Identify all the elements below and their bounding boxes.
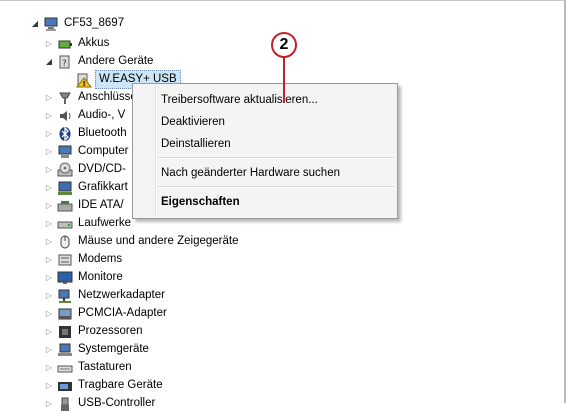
modem-icon	[57, 252, 73, 268]
menu-item-disable[interactable]: Deaktivieren	[161, 112, 225, 132]
tree-row-audio[interactable]: ▷ Audio-, V	[44, 107, 127, 124]
tree-row-computer[interactable]: ▷ Computer	[44, 143, 131, 160]
usb-icon	[57, 396, 73, 412]
tree-item-label: IDE ATA/	[78, 199, 124, 211]
expand-arrow-icon[interactable]: ▷	[44, 269, 54, 286]
battery-icon	[57, 36, 73, 52]
expand-arrow-icon[interactable]: ▷	[44, 233, 54, 250]
tree-row-akkus[interactable]: ▷ Akkus	[44, 35, 111, 52]
callout-number-badge: 2	[271, 32, 297, 58]
menu-item-update-driver[interactable]: Treibersoftware aktualisieren...	[161, 90, 318, 110]
tree-row-systemgeraete[interactable]: ▷ Systemgeräte	[44, 341, 151, 358]
tree-item-label: Audio-, V	[78, 109, 126, 121]
tree-row-tragbare-geraete[interactable]: ▷ Tragbare Geräte	[44, 377, 165, 394]
tree-row-bluetooth[interactable]: ▷ Bluetooth	[44, 125, 129, 142]
menu-item-uninstall[interactable]: Deinstallieren	[161, 134, 231, 154]
tree-row-andere-geraete[interactable]: ◢ ? Andere Geräte	[44, 53, 155, 70]
tree-item-label: Netzwerkadapter	[78, 289, 165, 301]
tree-row-modems[interactable]: ▷ Modems	[44, 251, 124, 268]
tree-row-pcmcia[interactable]: ▷ PCMCIA-Adapter	[44, 305, 169, 322]
computer-icon	[57, 144, 73, 160]
expand-arrow-icon[interactable]: ▷	[44, 341, 54, 358]
display-adapter-icon	[57, 180, 73, 196]
tree-item-label: Prozessoren	[78, 325, 143, 337]
collapse-arrow-icon[interactable]: ◢	[44, 53, 54, 70]
tree-item-label: PCMCIA-Adapter	[78, 307, 167, 319]
hard-drive-icon	[57, 216, 73, 232]
menu-separator	[158, 157, 394, 159]
portable-device-icon	[57, 378, 73, 394]
expand-arrow-icon[interactable]: ▷	[44, 125, 54, 142]
expand-arrow-icon[interactable]: ▷	[44, 89, 54, 106]
system-device-icon	[57, 342, 73, 358]
svg-text:?: ?	[62, 59, 67, 69]
tree-row-dvd-cd[interactable]: ▷ DVD/CD-	[44, 161, 128, 178]
root-computer-label: CF53_8697	[64, 17, 125, 29]
tree-item-label: Andere Geräte	[78, 55, 154, 67]
tree-item-label: Modems	[78, 253, 123, 265]
tree-item-label: USB-Controller	[78, 397, 156, 409]
tree-item-label: Grafikkart	[78, 181, 128, 193]
keyboard-icon	[57, 360, 73, 376]
processor-icon	[57, 324, 73, 340]
tree-item-label: Mäuse und andere Zeigegeräte	[78, 235, 239, 247]
expand-arrow-icon[interactable]: ▷	[44, 377, 54, 394]
pcmcia-card-icon	[57, 306, 73, 322]
tree-row-laufwerke[interactable]: ▷ Laufwerke	[44, 215, 133, 232]
expand-arrow-icon[interactable]: ▷	[44, 107, 54, 124]
network-adapter-icon	[57, 288, 73, 304]
tree-row-grafikkarten[interactable]: ▷ Grafikkart	[44, 179, 130, 196]
expand-arrow-icon[interactable]: ▷	[44, 197, 54, 214]
tree-item-label: Bluetooth	[78, 127, 127, 139]
expand-arrow-icon[interactable]: ▷	[44, 395, 54, 412]
tree-item-label: Tastaturen	[78, 361, 132, 373]
tree-row-monitore[interactable]: ▷ Monitore	[44, 269, 125, 286]
tree-row-usb-controller[interactable]: ▷ USB-Controller	[44, 395, 157, 412]
collapse-arrow-icon[interactable]: ◢	[30, 15, 40, 32]
expand-arrow-icon[interactable]: ▷	[44, 215, 54, 232]
expand-arrow-icon[interactable]: ▷	[44, 287, 54, 304]
disc-drive-icon	[57, 162, 73, 178]
bluetooth-icon	[57, 125, 73, 142]
callout-pointer-line	[283, 58, 285, 103]
expand-arrow-icon[interactable]: ▷	[44, 305, 54, 322]
menu-separator	[158, 186, 394, 188]
expand-arrow-icon[interactable]: ▷	[44, 323, 54, 340]
controller-icon	[57, 198, 73, 214]
tree-item-label: Akkus	[78, 37, 110, 49]
tree-row-prozessoren[interactable]: ▷ Prozessoren	[44, 323, 145, 340]
tree-item-label: Laufwerke	[78, 217, 132, 229]
warning-device-icon: !	[76, 72, 92, 88]
tree-row-anschluesse[interactable]: ▷ Anschlüsse	[44, 89, 139, 106]
expand-arrow-icon[interactable]: ▷	[44, 179, 54, 196]
mouse-icon	[57, 234, 73, 250]
tree-row-tastaturen[interactable]: ▷ Tastaturen	[44, 359, 134, 376]
tree-item-label: Systemgeräte	[78, 343, 149, 355]
expand-arrow-icon[interactable]: ▷	[44, 143, 54, 160]
tree-item-label: Anschlüsse	[78, 91, 137, 103]
tree-row-maeuse[interactable]: ▷ Mäuse und andere Zeigegeräte	[44, 233, 240, 250]
menu-item-properties[interactable]: Eigenschaften	[161, 192, 240, 212]
speaker-icon	[57, 108, 73, 124]
tree-item-label: Tragbare Geräte	[78, 379, 163, 391]
tree-row-root[interactable]: ◢ CF53_8697	[30, 15, 126, 32]
monitor-icon	[57, 270, 73, 286]
context-menu: Treibersoftware aktualisieren... Deaktiv…	[132, 83, 398, 219]
menu-icon-gutter	[155, 86, 157, 216]
expand-arrow-icon[interactable]: ▷	[44, 161, 54, 178]
port-icon	[57, 90, 73, 106]
tree-item-label: Computer	[78, 145, 129, 157]
tree-item-label: DVD/CD-	[78, 163, 126, 175]
expand-arrow-icon[interactable]: ▷	[44, 359, 54, 376]
computer-icon	[43, 16, 59, 32]
expand-arrow-icon[interactable]: ▷	[44, 35, 54, 52]
tree-item-label: Monitore	[78, 271, 123, 283]
svg-text:!: !	[83, 80, 86, 88]
expand-arrow-icon[interactable]: ▷	[44, 251, 54, 268]
menu-item-scan-hardware[interactable]: Nach geänderter Hardware suchen	[161, 163, 340, 183]
tree-row-netzwerkadapter[interactable]: ▷ Netzwerkadapter	[44, 287, 167, 304]
tree-row-ide-ata[interactable]: ▷ IDE ATA/	[44, 197, 126, 214]
unknown-device-icon: ?	[57, 54, 73, 70]
